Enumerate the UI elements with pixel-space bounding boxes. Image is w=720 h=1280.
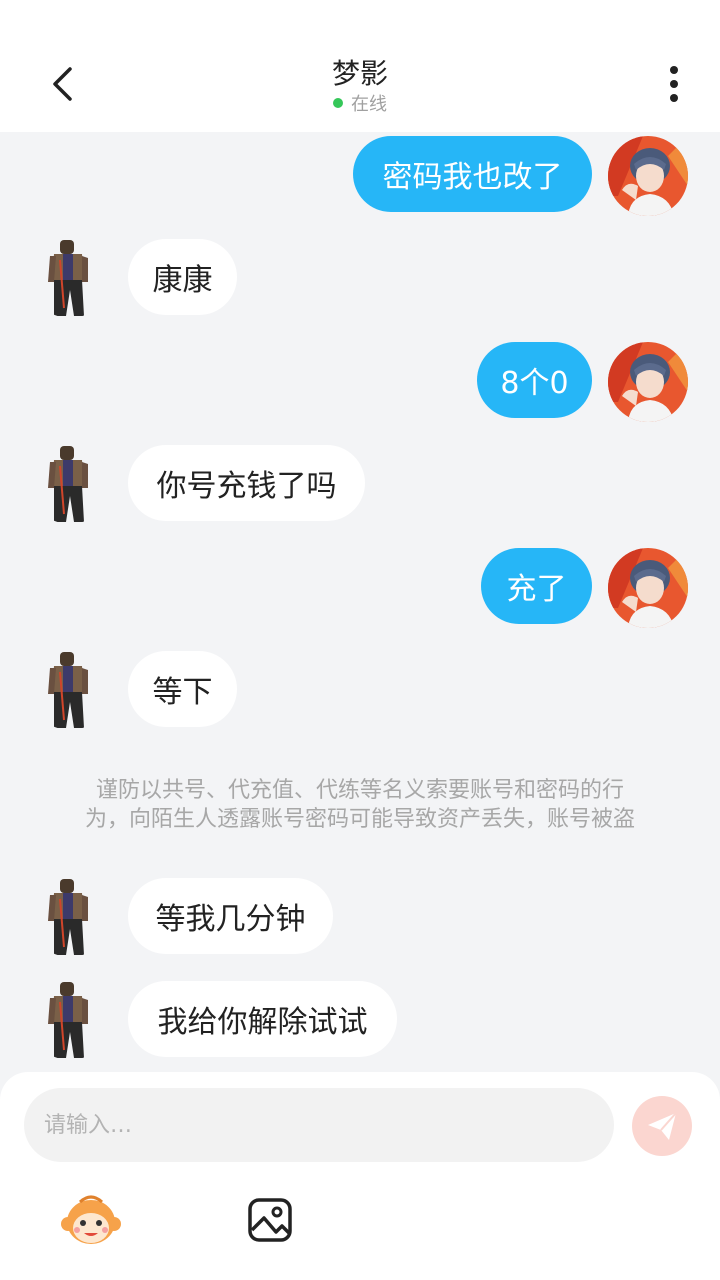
message-bubble[interactable]: 等下 — [128, 651, 237, 727]
message-bubble[interactable]: 密码我也改了 — [353, 136, 592, 212]
online-dot-icon — [333, 98, 343, 108]
more-vertical-icon — [670, 66, 678, 102]
message-bubble[interactable]: 我给你解除试试 — [128, 981, 397, 1057]
security-notice-line: 谨防以共号、代充值、代练等名义索要账号和密码的行 — [95, 778, 624, 803]
send-button[interactable] — [632, 1096, 692, 1156]
message-bubble[interactable]: 康康 — [128, 239, 237, 315]
image-picker-button[interactable] — [246, 1196, 294, 1244]
security-notice: 谨防以共号、代充值、代练等名义索要账号和密码的行 为，向陌生人透露账号密码可能导… — [60, 776, 660, 834]
chat-header: 梦影 在线 — [0, 0, 720, 132]
message-input[interactable] — [24, 1088, 614, 1162]
send-icon — [648, 1112, 677, 1140]
composer-panel — [0, 1072, 720, 1280]
my-avatar[interactable] — [608, 136, 688, 216]
online-status-text: 在线 — [351, 94, 387, 115]
contact-avatar[interactable] — [30, 980, 110, 1060]
security-notice-line: 为，向陌生人透露账号密码可能导致资产丢失，账号被盗 — [84, 807, 635, 832]
contact-avatar[interactable] — [30, 238, 110, 318]
my-avatar[interactable] — [608, 342, 688, 422]
contact-avatar[interactable] — [30, 444, 110, 524]
monkey-emoji-icon — [61, 1195, 121, 1244]
message-bubble[interactable]: 8个0 — [477, 342, 592, 418]
contact-avatar[interactable] — [30, 650, 110, 730]
contact-avatar[interactable] — [30, 877, 110, 957]
image-icon — [248, 1198, 292, 1242]
emoji-button[interactable] — [60, 1190, 122, 1250]
online-status: 在线 — [0, 90, 720, 116]
contact-name: 梦影 — [331, 57, 388, 90]
more-options-button[interactable] — [652, 60, 696, 108]
message-bubble[interactable]: 充了 — [481, 548, 592, 624]
my-avatar[interactable] — [608, 548, 688, 628]
message-bubble[interactable]: 等我几分钟 — [128, 878, 333, 954]
message-bubble[interactable]: 你号充钱了吗 — [128, 445, 365, 521]
